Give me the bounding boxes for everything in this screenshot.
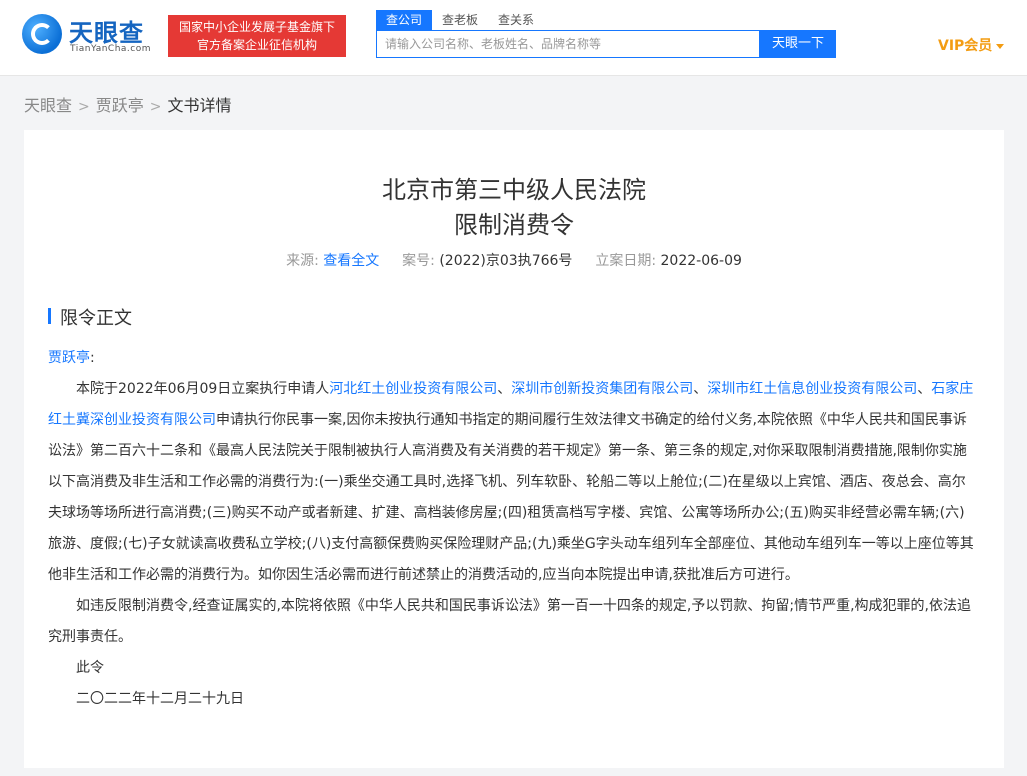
chevron-down-icon [996,43,1005,49]
filing-date-label: 立案日期: [595,253,657,269]
section-title: 限令正文 [60,308,132,329]
search-input[interactable] [377,31,747,57]
applicant-link-1[interactable]: 河北红土创业投资有限公司 [329,381,497,397]
document-card: 北京市第三中级人民法院 限制消费令 来源: 查看全文 案号: (2022)京03… [24,130,1004,768]
signature-date: 二〇二二年十二月二十九日 [76,691,244,707]
search-box [376,30,760,58]
document-meta: 来源: 查看全文 案号: (2022)京03执766号 立案日期: 2022-0… [24,250,1004,270]
logo-domain: TianYanCha.com [70,44,152,54]
document-title: 限制消费令 [454,211,574,239]
addressee-line: 贾跃亭: [48,343,978,374]
filing-date: 2022-06-09 [660,253,742,269]
tab-search-company[interactable]: 查公司 [376,10,433,30]
search-tabs: 查公司 查老板 查关系 [376,10,544,30]
tab-search-boss[interactable]: 查老板 [432,10,488,30]
applicant-link-3[interactable]: 深圳市红土信息创业投资有限公司 [707,381,917,397]
section-accent-bar [48,308,51,324]
top-header: 天眼查 TianYanCha.com 国家中小企业发展子基金旗下 官方备案企业征… [0,0,1027,76]
breadcrumb-current: 文书详情 [167,96,232,115]
paragraph-1: 本院于2022年06月09日立案执行申请人河北红土创业投资有限公司、深圳市创新投… [48,374,978,591]
paragraph-2: 如违反限制消费令,经查证属实的,本院将依照《中华人民共和国民事诉讼法》第一百一十… [48,598,971,645]
closing-line: 此令 [76,660,104,676]
view-full-text-link[interactable]: 查看全文 [323,253,379,269]
paragraph-1-rest: 申请执行你民事一案,因你未按执行通知书指定的期间履行生效法律文书确定的给付义务,… [48,412,974,583]
search-button[interactable]: 天眼一下 [760,30,836,58]
chevron-right-icon: > [78,99,90,115]
site-logo[interactable]: 天眼查 TianYanCha.com [22,12,162,56]
separator: 、 [693,381,708,397]
case-number: (2022)京03执766号 [439,253,573,269]
slogan-line-2: 官方备案企业征信机构 [196,38,317,52]
paragraph-1-intro: 本院于2022年06月09日立案执行申请人 [76,381,330,397]
applicant-link-2[interactable]: 深圳市创新投资集团有限公司 [511,381,693,397]
vip-member-menu[interactable]: VIP会员 [938,35,1005,55]
separator: 、 [497,381,512,397]
tab-search-relation[interactable]: 查关系 [488,10,544,30]
breadcrumb: 天眼查 > 贾跃亭 > 文书详情 [24,92,232,115]
logo-eye-icon [22,14,62,54]
separator: 、 [917,381,932,397]
logo-name: 天眼查 [69,19,144,47]
case-number-label: 案号: [402,253,435,269]
addressee-colon: : [90,350,95,366]
breadcrumb-home[interactable]: 天眼查 [24,96,72,115]
addressee-link[interactable]: 贾跃亭 [48,350,90,366]
breadcrumb-person[interactable]: 贾跃亭 [96,96,144,115]
slogan-banner: 国家中小企业发展子基金旗下 官方备案企业征信机构 [168,15,346,57]
vip-label: VIP会员 [938,38,993,54]
slogan-line-1: 国家中小企业发展子基金旗下 [178,20,335,34]
document-body: 贾跃亭: 本院于2022年06月09日立案执行申请人河北红土创业投资有限公司、深… [48,343,978,715]
chevron-right-icon: > [149,99,162,115]
source-label: 来源: [286,253,319,269]
court-name: 北京市第三中级人民法院 [382,176,646,204]
